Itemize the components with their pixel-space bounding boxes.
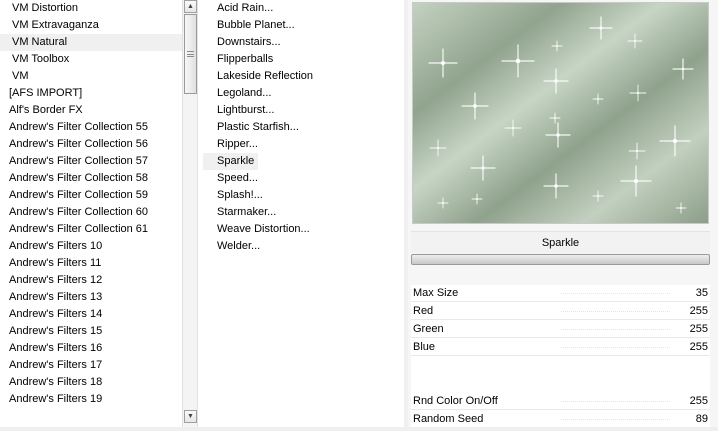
category-item[interactable]: Andrew's Filters 13 <box>0 289 182 306</box>
filter-item[interactable]: Flipperballs <box>203 51 273 68</box>
sparkle-core <box>442 202 444 204</box>
category-item[interactable]: Andrew's Filters 14 <box>0 306 182 323</box>
filter-item[interactable]: Splash!... <box>203 187 263 204</box>
filter-item[interactable]: Legoland... <box>203 85 271 102</box>
filter-item[interactable]: Acid Rain... <box>203 0 273 17</box>
category-item[interactable]: Andrew's Filter Collection 60 <box>0 204 182 221</box>
parameter-value: 255 <box>689 395 708 407</box>
sparkle-core <box>476 198 478 200</box>
parameter-label: Max Size <box>413 287 459 299</box>
sparkle-core <box>597 195 599 197</box>
category-item[interactable]: VM Extravaganza <box>0 17 182 34</box>
category-item[interactable]: Andrew's Filter Collection 57 <box>0 153 182 170</box>
sparkle-core <box>672 138 678 144</box>
filter-item[interactable]: Ripper... <box>203 136 263 153</box>
sparkle-core <box>441 61 445 65</box>
category-item[interactable]: Andrew's Filters 16 <box>0 340 182 357</box>
filter-item[interactable]: Plastic Starfish... <box>203 119 299 136</box>
sparkle-core <box>556 45 558 47</box>
sparkle-core <box>554 117 556 119</box>
category-scrollbar[interactable]: ▲ ▼ <box>182 0 198 427</box>
filter-item[interactable]: Starmaker... <box>203 204 276 221</box>
parameter-slider[interactable] <box>561 347 670 348</box>
filter-item[interactable]: Lightburst... <box>203 102 274 119</box>
parameter-slider[interactable] <box>561 293 670 294</box>
sparkle-core <box>556 133 560 137</box>
category-item[interactable]: Andrew's Filter Collection 56 <box>0 136 182 153</box>
parameter-label: Rnd Color On/Off <box>413 395 498 407</box>
progress-bar <box>411 254 710 265</box>
parameter-row[interactable]: Max Size 35 <box>411 285 710 302</box>
category-item[interactable]: Andrew's Filter Collection 59 <box>0 187 182 204</box>
parameter-label: Red <box>413 305 434 317</box>
sparkle-core <box>680 207 682 209</box>
sparkle-core <box>633 178 639 184</box>
sparkle-core <box>511 126 515 130</box>
filter-list[interactable]: Acid Rain... Bubble Planet... Downstairs..… <box>203 0 403 427</box>
category-item[interactable]: Andrew's Filters 19 <box>0 391 182 408</box>
filter-item[interactable]: Welder... <box>203 238 263 255</box>
parameter-slider[interactable] <box>561 311 670 312</box>
category-item[interactable]: [AFS IMPORT] <box>0 85 182 102</box>
filter-item[interactable]: Bubble Planet... <box>203 17 295 34</box>
sparkle-core <box>554 184 558 188</box>
category-item[interactable]: Andrew's Filter Collection 55 <box>0 119 182 136</box>
parameter-row[interactable]: Blue 255 <box>411 339 710 356</box>
filter-item[interactable]: Lakeside Reflection <box>203 68 313 85</box>
category-item[interactable]: Andrew's Filters 17 <box>0 357 182 374</box>
parameter-value: 255 <box>689 341 708 353</box>
filter-item[interactable]: Downstairs... <box>203 34 281 51</box>
parameter-label: Blue <box>413 341 436 353</box>
filter-settings-panel: Sparkle Max Size 35 Red 255 Green 255 Blue 255 R… <box>408 0 718 431</box>
category-item[interactable]: Andrew's Filters 12 <box>0 272 182 289</box>
sparkle-core <box>599 26 603 30</box>
parameter-row[interactable]: Rnd Color On/Off 255 <box>411 393 710 410</box>
parameter-row[interactable]: Green 255 <box>411 321 710 338</box>
filter-title: Sparkle <box>411 231 710 253</box>
category-item[interactable]: Alf's Border FX <box>0 102 182 119</box>
sparkle-core <box>481 166 485 170</box>
parameter-label: Random Seed <box>413 413 484 425</box>
sparkle-core <box>515 58 521 64</box>
parameter-value: 255 <box>689 305 708 317</box>
category-item[interactable]: Andrew's Filter Collection 58 <box>0 170 182 187</box>
scroll-down-icon[interactable]: ▼ <box>184 410 197 423</box>
category-list[interactable]: VM Distortion VM Extravaganza VM Natural VM… <box>0 0 182 427</box>
parameter-value: 35 <box>695 287 708 299</box>
category-item[interactable]: Andrew's Filters 18 <box>0 374 182 391</box>
scroll-up-icon[interactable]: ▲ <box>184 0 197 13</box>
parameter-slider[interactable] <box>561 419 670 420</box>
category-item[interactable]: Andrew's Filters 10 <box>0 238 182 255</box>
parameter-row[interactable]: Red 255 <box>411 303 710 320</box>
bottom-edge <box>0 427 718 431</box>
sparkle-core <box>636 91 640 95</box>
grip-icon <box>187 51 194 57</box>
category-item[interactable]: VM Distortion <box>0 0 182 17</box>
category-item[interactable]: VM Toolbox <box>0 51 182 68</box>
parameter-value: 255 <box>689 323 708 335</box>
parameter-value: 89 <box>695 413 708 425</box>
sparkle-core <box>634 40 636 42</box>
category-item[interactable]: Andrew's Filter Collection 61 <box>0 221 182 238</box>
category-item[interactable]: Andrew's Filters 11 <box>0 255 182 272</box>
sparkle-core <box>436 146 440 150</box>
filter-item[interactable]: Speed... <box>203 170 263 187</box>
preview-image <box>412 2 709 224</box>
sparkle-core <box>681 67 685 71</box>
scroll-thumb[interactable] <box>184 14 197 94</box>
category-item[interactable]: VM Natural <box>0 34 182 51</box>
parameter-slider[interactable] <box>561 329 670 330</box>
category-item[interactable]: Andrew's Filters 15 <box>0 323 182 340</box>
filter-item[interactable]: Weave Distortion... <box>203 221 310 238</box>
parameter-row[interactable]: Random Seed 89 <box>411 411 710 428</box>
sparkle-core <box>597 98 599 100</box>
parameter-label: Green <box>413 323 444 335</box>
parameter-slider[interactable] <box>561 401 670 402</box>
sparkle-core <box>635 149 639 153</box>
filter-item[interactable]: Sparkle <box>203 153 258 170</box>
sparkle-core <box>473 104 477 108</box>
sparkle-core <box>554 79 558 83</box>
category-item[interactable]: VM <box>0 68 182 85</box>
